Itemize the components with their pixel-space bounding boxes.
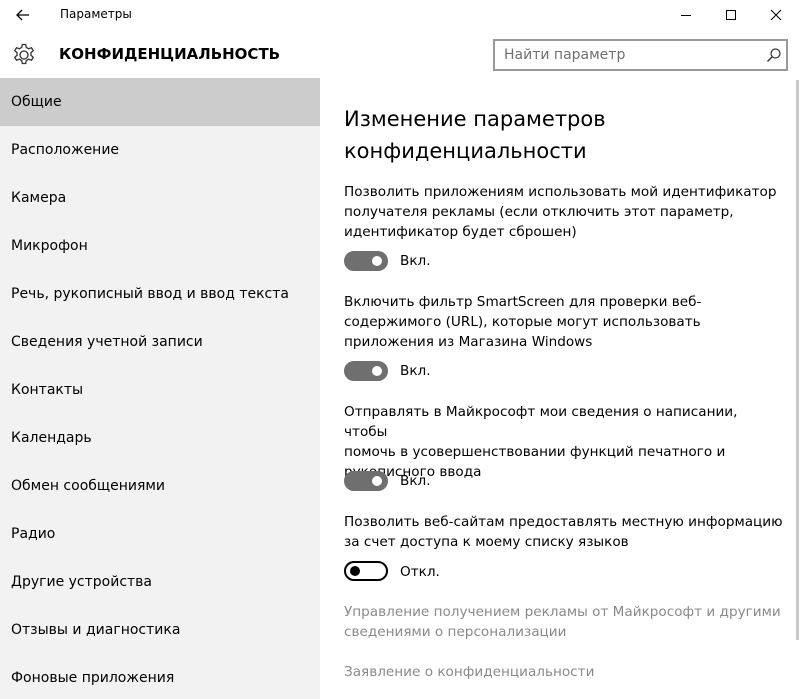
description-line: Включить фильтр SmartScreen для проверки… bbox=[344, 294, 702, 310]
sidebar-item-label: Календарь bbox=[11, 430, 92, 446]
setting-advertising-id-description: Позволить приложениям использовать мой и… bbox=[344, 182, 784, 242]
search-box[interactable] bbox=[493, 39, 788, 71]
settings-header: КОНФИДЕНЦИАЛЬНОСТЬ bbox=[0, 30, 800, 78]
sidebar-item-label: Микрофон bbox=[11, 238, 88, 254]
back-button[interactable] bbox=[10, 4, 36, 26]
sidebar-item-label: Фоновые приложения bbox=[11, 670, 175, 686]
smartscreen-toggle[interactable] bbox=[344, 361, 388, 381]
title-bar: Параметры bbox=[0, 0, 800, 30]
search-icon[interactable] bbox=[766, 47, 782, 63]
minimize-icon bbox=[681, 15, 691, 16]
sidebar-item-location[interactable]: Расположение bbox=[0, 126, 320, 174]
privacy-statement-link[interactable]: Заявление о конфиденциальности bbox=[344, 662, 784, 682]
link-line: Управление получением рекламы от Майкрос… bbox=[344, 604, 781, 620]
gear-icon bbox=[13, 43, 35, 65]
toggle-knob bbox=[372, 366, 382, 376]
sidebar-item-label: Сведения учетной записи bbox=[11, 334, 203, 350]
page-section-title: КОНФИДЕНЦИАЛЬНОСТЬ bbox=[59, 45, 281, 63]
sidebar-item-label: Обмен сообщениями bbox=[11, 478, 166, 494]
description-line: приложения из Магазина Windows bbox=[344, 334, 593, 350]
language-list-toggle-state: Откл. bbox=[400, 564, 440, 580]
description-line: помочь в усовершенствовании функций печа… bbox=[344, 444, 726, 460]
window-title: Параметры bbox=[60, 7, 132, 21]
sidebar-item-background-apps[interactable]: Фоновые приложения bbox=[0, 654, 320, 699]
sidebar-item-general[interactable]: Общие bbox=[0, 78, 320, 126]
description-line: Позволить веб-сайтам предоставлять местн… bbox=[344, 514, 783, 530]
setting-smartscreen-description: Включить фильтр SmartScreen для проверки… bbox=[344, 292, 784, 352]
sidebar-item-speech[interactable]: Речь, рукописный ввод и ввод текста bbox=[0, 270, 320, 318]
toggle-knob bbox=[372, 476, 382, 486]
sidebar-item-label: Другие устройства bbox=[11, 574, 152, 590]
maximize-icon bbox=[726, 10, 736, 20]
sidebar-item-label: Общие bbox=[11, 94, 62, 110]
description-line: идентификатор будет сброшен) bbox=[344, 224, 577, 240]
description-line: получателя рекламы (если отключить этот … bbox=[344, 204, 734, 220]
language-list-toggle[interactable] bbox=[344, 561, 388, 581]
scrollbar-thumb[interactable] bbox=[796, 80, 799, 640]
description-line: Позволить приложениям использовать мой и… bbox=[344, 184, 777, 200]
sidebar-item-messaging[interactable]: Обмен сообщениями bbox=[0, 462, 320, 510]
sidebar-item-contacts[interactable]: Контакты bbox=[0, 366, 320, 414]
sidebar-item-label: Расположение bbox=[11, 142, 120, 158]
sidebar-item-label: Радио bbox=[11, 526, 56, 542]
link-line: сведениями о персонализации bbox=[344, 624, 567, 640]
sidebar-nav: Общие Расположение Камера Микрофон Речь,… bbox=[0, 78, 320, 699]
page-heading-line: Изменение параметров bbox=[344, 107, 606, 131]
arrow-left-icon bbox=[16, 9, 29, 21]
sidebar-item-calendar[interactable]: Календарь bbox=[0, 414, 320, 462]
search-input[interactable] bbox=[495, 41, 757, 69]
sidebar-item-camera[interactable]: Камера bbox=[0, 174, 320, 222]
toggle-knob bbox=[372, 256, 382, 266]
advertising-id-toggle-state: Вкл. bbox=[400, 253, 431, 269]
close-icon bbox=[770, 9, 782, 21]
description-line: содержимого (URL), которые могут использ… bbox=[344, 314, 701, 330]
sidebar-item-other-devices[interactable]: Другие устройства bbox=[0, 558, 320, 606]
sidebar-item-label: Отзывы и диагностика bbox=[11, 622, 181, 638]
page-heading-line: конфиденциальности bbox=[344, 139, 587, 163]
toggle-knob bbox=[350, 566, 360, 576]
sidebar-item-label: Камера bbox=[11, 190, 67, 206]
page-heading: Изменение параметров конфиденциальности bbox=[344, 103, 764, 167]
sidebar-item-microphone[interactable]: Микрофон bbox=[0, 222, 320, 270]
typing-info-toggle-state: Вкл. bbox=[400, 473, 431, 489]
sidebar-item-label: Контакты bbox=[11, 382, 84, 398]
setting-language-list-description: Позволить веб-сайтам предоставлять местн… bbox=[344, 512, 784, 552]
sidebar-item-feedback-diagnostics[interactable]: Отзывы и диагностика bbox=[0, 606, 320, 654]
smartscreen-toggle-state: Вкл. bbox=[400, 363, 431, 379]
sidebar-item-account-info[interactable]: Сведения учетной записи bbox=[0, 318, 320, 366]
sidebar-item-label: Речь, рукописный ввод и ввод текста bbox=[11, 286, 289, 302]
manage-ads-link[interactable]: Управление получением рекламы от Майкрос… bbox=[344, 602, 784, 642]
sidebar-item-radios[interactable]: Радио bbox=[0, 510, 320, 558]
description-line: Отправлять в Майкрософт мои сведения о н… bbox=[344, 404, 738, 440]
advertising-id-toggle[interactable] bbox=[344, 251, 388, 271]
minimize-button[interactable] bbox=[666, 3, 706, 27]
setting-typing-info-description: Отправлять в Майкрософт мои сведения о н… bbox=[344, 402, 784, 482]
description-line: за счет доступа к моему списку языков bbox=[344, 534, 629, 550]
close-button[interactable] bbox=[756, 3, 796, 27]
typing-info-toggle[interactable] bbox=[344, 471, 388, 491]
maximize-button[interactable] bbox=[711, 3, 751, 27]
